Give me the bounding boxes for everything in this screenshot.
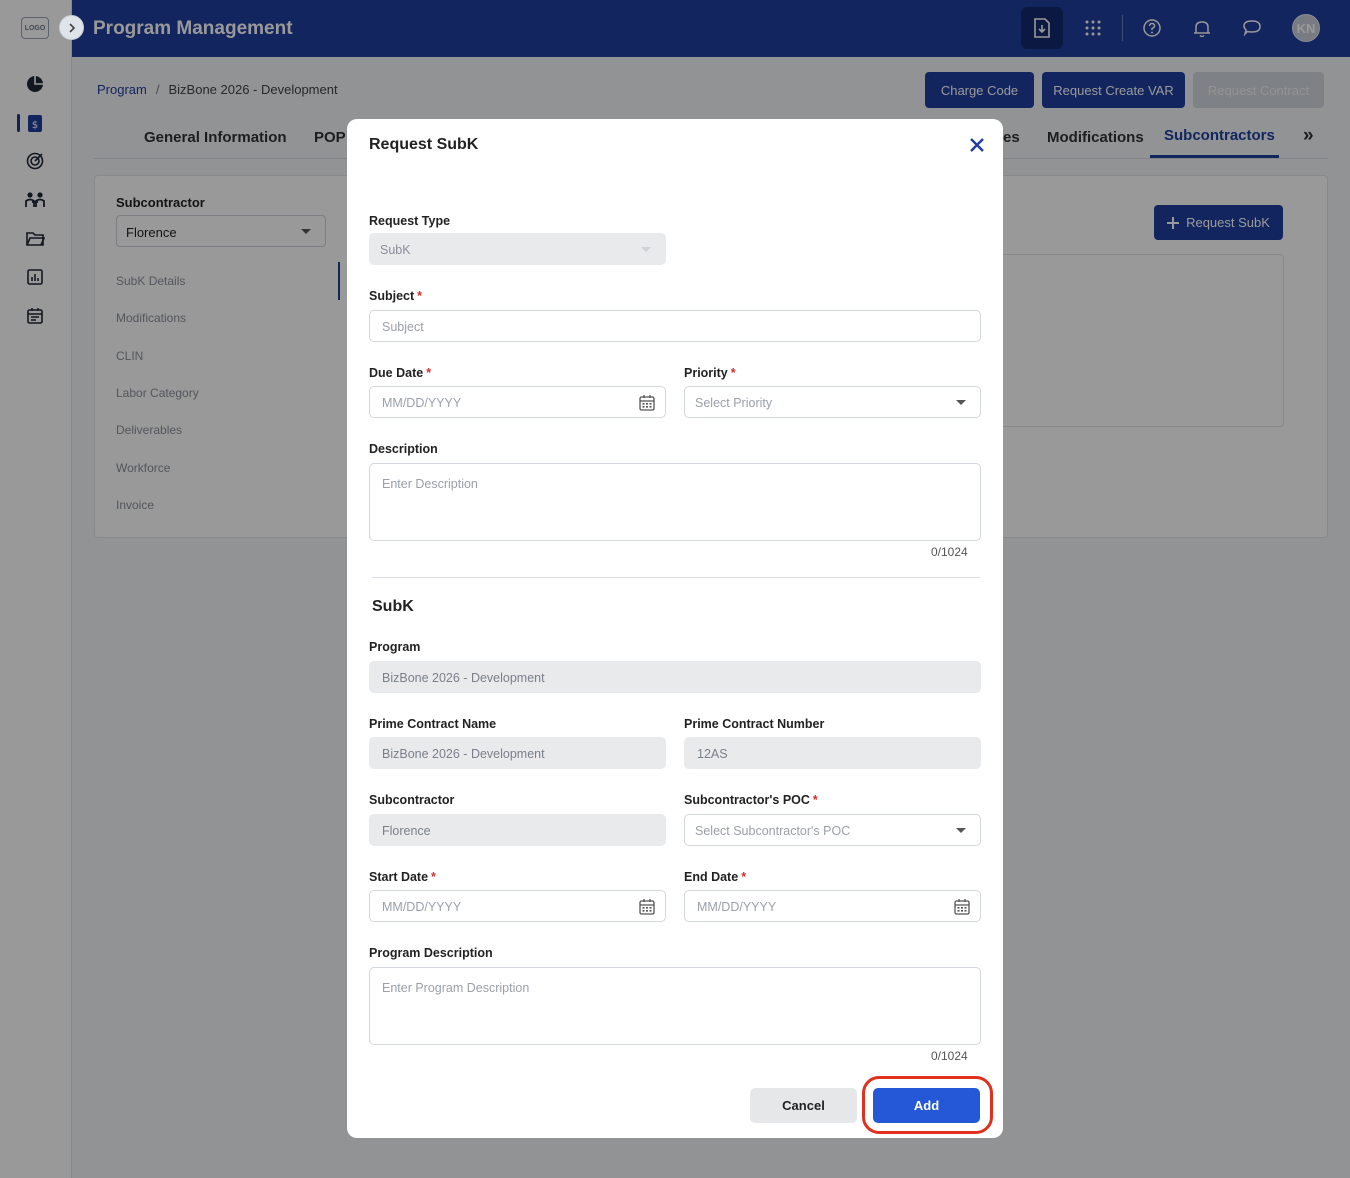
end-date-placeholder: MM/DD/YYYY [697,900,777,914]
priority-label: Priority * [684,366,736,380]
program-value: BizBone 2026 - Development [382,671,545,685]
subject-placeholder: Subject [382,320,424,334]
request-type-select: SubK [369,233,666,265]
prime-contract-name-label: Prime Contract Name [369,717,497,731]
prime-contract-number-field: 12AS [684,737,981,769]
expand-rail-button[interactable] [59,15,84,40]
subject-input[interactable]: Subject [369,310,981,342]
subcontractor-field: Florence [369,814,666,846]
start-date-label: Start Date * [369,870,436,884]
prime-contract-name-value: BizBone 2026 - Development [382,747,545,761]
close-icon [970,138,984,152]
subcontractor-field-value: Florence [382,824,431,838]
program-description-char-counter: 0/1024 [931,1049,968,1063]
end-date-input[interactable]: MM/DD/YYYY [684,890,981,922]
start-date-input[interactable]: MM/DD/YYYY [369,890,666,922]
caret-down-icon [641,247,651,252]
request-type-label: Request Type [369,214,451,228]
subcontractor-field-label: Subcontractor [369,793,455,807]
calendar-icon[interactable] [954,898,970,915]
prime-contract-number-value: 12AS [697,747,728,761]
subcontractor-poc-select[interactable]: Select Subcontractor's POC [684,814,981,846]
description-label: Description [369,442,438,456]
subcontractor-poc-placeholder: Select Subcontractor's POC [695,824,851,838]
program-label: Program [369,640,421,654]
program-description-placeholder: Enter Program Description [382,981,530,995]
modal-title: Request SubK [369,136,479,153]
add-button-highlight [862,1076,993,1134]
description-textarea[interactable]: Enter Description [369,463,981,541]
caret-down-icon [956,400,966,405]
end-date-label: End Date * [684,870,747,884]
start-date-placeholder: MM/DD/YYYY [382,900,462,914]
calendar-icon[interactable] [639,898,655,915]
prime-contract-number-label: Prime Contract Number [684,717,825,731]
priority-select[interactable]: Select Priority [684,386,981,418]
subk-section-title: SubK [372,598,414,615]
program-field: BizBone 2026 - Development [369,661,981,693]
calendar-icon[interactable] [639,394,655,411]
section-divider [372,577,980,578]
priority-placeholder: Select Priority [695,396,773,410]
request-type-value: SubK [380,243,411,257]
due-date-label: Due Date * [369,366,432,380]
cancel-button[interactable]: Cancel [750,1088,857,1123]
program-description-label: Program Description [369,946,493,960]
chevron-right-icon [68,22,75,33]
close-modal-button[interactable] [967,135,987,155]
request-subk-modal: Request SubK Request Type SubK Subject * … [347,119,1003,1138]
caret-down-icon [956,828,966,833]
due-date-placeholder: MM/DD/YYYY [382,396,462,410]
description-placeholder: Enter Description [382,477,478,491]
description-char-counter: 0/1024 [931,545,968,559]
subject-label: Subject * [369,289,423,303]
prime-contract-name-field: BizBone 2026 - Development [369,737,666,769]
program-description-textarea[interactable]: Enter Program Description [369,967,981,1045]
subcontractor-poc-label: Subcontractor's POC * [684,793,818,807]
due-date-input[interactable]: MM/DD/YYYY [369,386,666,418]
